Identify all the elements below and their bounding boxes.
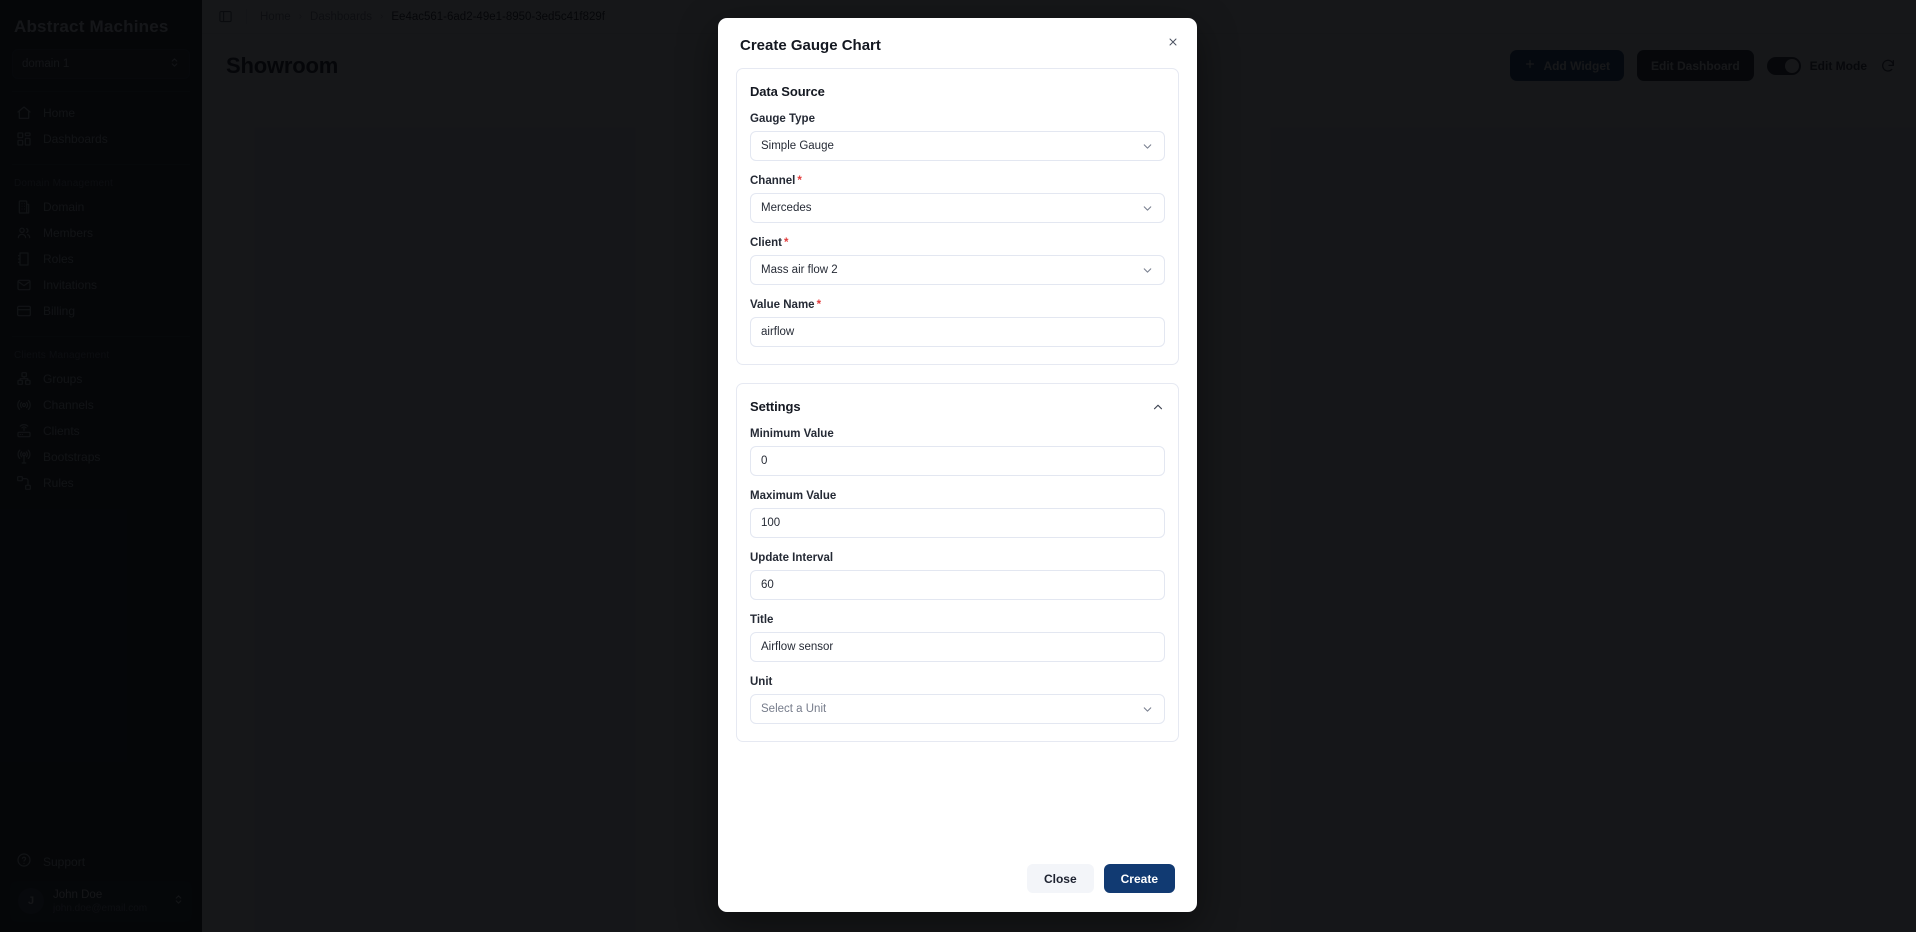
minimum-value-value: 0 — [761, 455, 768, 467]
data-source-title: Data Source — [750, 84, 825, 99]
update-interval-value: 60 — [761, 579, 774, 591]
update-interval-label: Update Interval — [750, 552, 834, 564]
create-button[interactable]: Create — [1103, 864, 1175, 893]
dialog-title: Create Gauge Chart — [740, 37, 881, 54]
screen: Abstract Machines domain 1 Home — [0, 0, 1916, 932]
chevron-down-icon — [1141, 202, 1154, 215]
channel-label: Channel * — [750, 175, 802, 187]
settings-header[interactable]: Settings — [750, 399, 1165, 414]
minimum-value-input[interactable]: 0 — [750, 446, 1165, 476]
channel-value: Mercedes — [761, 202, 812, 214]
chevron-up-icon[interactable] — [1151, 400, 1165, 414]
field-update-interval: Update Interval 60 — [750, 552, 1165, 600]
title-label: Title — [750, 614, 774, 626]
unit-label: Unit — [750, 676, 773, 688]
update-interval-input[interactable]: 60 — [750, 570, 1165, 600]
gauge-type-label: Gauge Type — [750, 113, 815, 125]
field-title: Title Airflow sensor — [750, 614, 1165, 662]
maximum-value-label: Maximum Value — [750, 490, 837, 502]
settings-title: Settings — [750, 399, 801, 414]
field-channel: Channel * Mercedes — [750, 175, 1165, 223]
field-gauge-type: Gauge Type Simple Gauge — [750, 113, 1165, 161]
field-minimum-value: Minimum Value 0 — [750, 428, 1165, 476]
client-select[interactable]: Mass air flow 2 — [750, 255, 1165, 285]
value-name-value: airflow — [761, 326, 795, 338]
value-name-label: Value Name * — [750, 299, 822, 311]
create-gauge-chart-dialog: Create Gauge Chart Data Source Gauge Typ… — [718, 18, 1197, 912]
field-value-name: Value Name * airflow — [750, 299, 1165, 347]
gauge-type-select[interactable]: Simple Gauge — [750, 131, 1165, 161]
chevron-down-icon — [1141, 140, 1154, 153]
field-unit: Unit Select a Unit — [750, 676, 1165, 724]
unit-select[interactable]: Select a Unit — [750, 694, 1165, 724]
data-source-section: Data Source Gauge Type Simple Gauge Chan… — [736, 68, 1179, 365]
title-input[interactable]: Airflow sensor — [750, 632, 1165, 662]
close-button[interactable]: Close — [1026, 864, 1094, 893]
required-asterisk: * — [783, 237, 789, 249]
minimum-value-label: Minimum Value — [750, 428, 834, 440]
channel-select[interactable]: Mercedes — [750, 193, 1165, 223]
client-label: Client * — [750, 237, 789, 249]
field-maximum-value: Maximum Value 100 — [750, 490, 1165, 538]
dialog-header: Create Gauge Chart — [718, 18, 1197, 61]
dialog-footer: Close Create — [718, 848, 1197, 912]
required-asterisk: * — [797, 175, 802, 187]
settings-section: Settings Minimum Value 0 Maximum Value 1… — [736, 383, 1179, 742]
maximum-value-input[interactable]: 100 — [750, 508, 1165, 538]
chevron-down-icon — [1141, 703, 1154, 716]
dialog-body: Data Source Gauge Type Simple Gauge Chan… — [718, 61, 1197, 848]
data-source-header: Data Source — [750, 84, 1165, 99]
gauge-type-value: Simple Gauge — [761, 140, 834, 152]
client-value: Mass air flow 2 — [761, 264, 838, 276]
chevron-down-icon — [1141, 264, 1154, 277]
title-value: Airflow sensor — [761, 641, 834, 653]
field-client: Client * Mass air flow 2 — [750, 237, 1165, 285]
required-asterisk: * — [816, 299, 822, 311]
value-name-input[interactable]: airflow — [750, 317, 1165, 347]
unit-value: Select a Unit — [761, 703, 827, 715]
close-icon[interactable] — [1163, 32, 1183, 52]
maximum-value-value: 100 — [761, 517, 781, 529]
